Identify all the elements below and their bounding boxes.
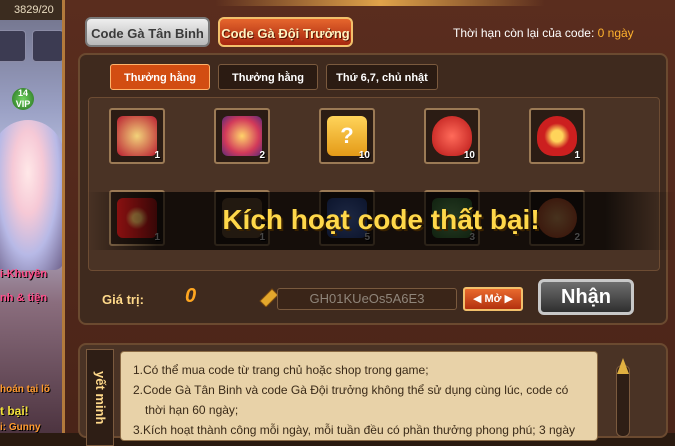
chat-line-3: i: Gunny [0, 422, 41, 433]
subtab-weekly[interactable]: Thưởng hằng tuần [218, 64, 318, 110]
subtab-daily[interactable]: Thưởng hằng ngày [110, 64, 210, 110]
reward-content: Thưởng hằng ngày Thưởng hằng tuần Thứ 6,… [78, 53, 668, 325]
time-remaining-value: 0 ngày [597, 26, 634, 40]
failure-message: Kích hoạt code thất bại! [222, 204, 540, 235]
red-envelope-item-icon [117, 116, 157, 156]
notes-panel: yết minh 1.Có thể mua code từ trang chủ … [78, 343, 668, 446]
chat-line: hoán tại lõ [0, 384, 50, 395]
player-name-2: nh & tiện [0, 292, 48, 304]
notes-text: 1.Có thể mua code từ trang chủ hoặc shop… [120, 351, 598, 441]
gold-counter: 3829/20 [0, 0, 64, 20]
chat-line-2: t bại! [0, 404, 29, 418]
notes-title: yết minh [86, 349, 114, 446]
code-input[interactable]: GH01KUeOs5A6E3 [277, 288, 457, 310]
value-label: Giá trị: [102, 292, 144, 307]
red-fortune-bag-icon [537, 116, 577, 156]
top-ornament [215, 0, 545, 6]
note-line: 2.Code Gà Tân Binh và code Gà Đội trưởng… [133, 383, 569, 397]
crystal-lantern-icon [222, 116, 262, 156]
claim-button[interactable]: Nhận [538, 279, 634, 315]
left-game-strip: 3829/20 14 VIP i-Khuyên nh & tiện hoán tạ… [0, 0, 64, 433]
note-line: 1.Có thể mua code từ trang chủ hoặc shop… [133, 363, 429, 377]
vip-badge: 14 VIP [12, 88, 34, 110]
note-line: thời hạn 60 ngày; [145, 403, 239, 417]
tab-code-team-leader[interactable]: Code Gà Đội Trưởng [218, 17, 353, 47]
reward-slot[interactable]: 10 [424, 108, 480, 164]
value-number: 0 [185, 285, 197, 307]
open-button[interactable]: ◀ Mở ▶ [463, 287, 523, 311]
mail-icon[interactable] [32, 30, 64, 62]
reward-slot[interactable]: 1 [109, 108, 165, 164]
time-remaining: Thời hạn còn lại của code: 0 ngày [453, 26, 634, 40]
player-name: i-Khuyên [0, 268, 48, 280]
subtab-weekend[interactable]: Thứ 6,7, chủ nhật [326, 64, 438, 90]
scroll-up-arrow-icon[interactable] [617, 358, 629, 374]
failure-banner: Kích hoạt code thất bại! [86, 192, 675, 250]
note-line: 3.Kích hoạt thành công mỗi ngày, mỗi tuầ… [133, 423, 575, 437]
reward-slot[interactable]: 2 [214, 108, 270, 164]
player-avatar [0, 120, 64, 270]
reward-slot[interactable]: 1 [529, 108, 585, 164]
notes-scrollbar[interactable] [616, 358, 630, 437]
settings-icon[interactable] [0, 30, 26, 62]
tab-code-new-member[interactable]: Code Gà Tân Binh [85, 17, 210, 47]
reward-slot[interactable]: ? 10 [319, 108, 375, 164]
